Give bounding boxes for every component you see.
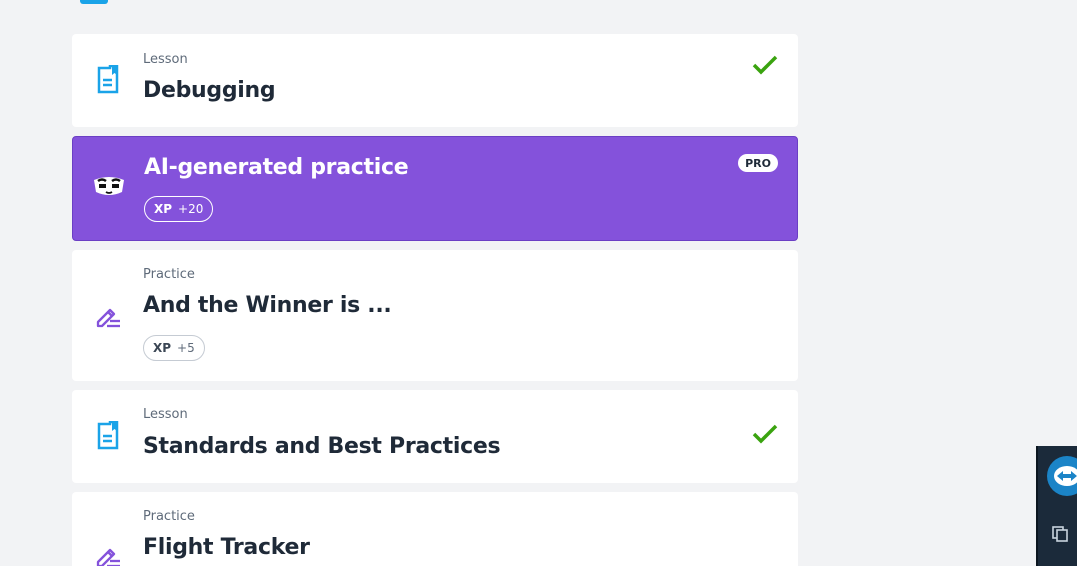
module-header-icon (80, 0, 108, 4)
card-type-label: Practice (143, 509, 195, 524)
card-title: Flight Tracker (143, 535, 310, 560)
completed-check-icon (752, 423, 778, 445)
remote-support-widget[interactable] (1036, 446, 1077, 566)
card-type-label: Practice (143, 267, 195, 282)
card-type-label: Lesson (143, 52, 188, 67)
lesson-card-standards[interactable]: Lesson Standards and Best Practices (72, 390, 798, 483)
lesson-icon (94, 420, 122, 452)
copy-icon[interactable] (1052, 526, 1068, 542)
page: Lesson Debugging AI-generated practice X… (0, 0, 1077, 566)
card-title: Standards and Best Practices (143, 434, 501, 459)
xp-label: XP (153, 341, 172, 355)
ai-practice-card[interactable]: AI-generated practice XP +20 PRO (72, 136, 798, 241)
module-header-title-partial (118, 0, 358, 2)
practice-card-flight-tracker[interactable]: Practice Flight Tracker (72, 492, 798, 566)
xp-badge: XP +5 (143, 335, 205, 361)
practice-pencil-icon (94, 300, 122, 332)
lesson-card-debugging[interactable]: Lesson Debugging (72, 34, 798, 127)
completed-check-icon (752, 54, 778, 76)
ai-robot-icon (91, 171, 127, 203)
practice-pencil-icon (94, 540, 122, 566)
lesson-icon (94, 64, 122, 96)
card-title: AI-generated practice (144, 155, 409, 180)
xp-badge: XP +20 (144, 196, 214, 222)
pro-badge: PRO (738, 154, 778, 172)
card-type-label: Lesson (143, 407, 188, 422)
practice-card-winner[interactable]: Practice And the Winner is ... XP +5 (72, 250, 798, 381)
xp-value: +5 (177, 341, 195, 355)
xp-label: XP (154, 202, 173, 216)
remote-control-icon[interactable] (1047, 456, 1077, 496)
card-title: And the Winner is ... (143, 293, 392, 318)
xp-value: +20 (178, 202, 204, 216)
card-title: Debugging (143, 78, 276, 103)
